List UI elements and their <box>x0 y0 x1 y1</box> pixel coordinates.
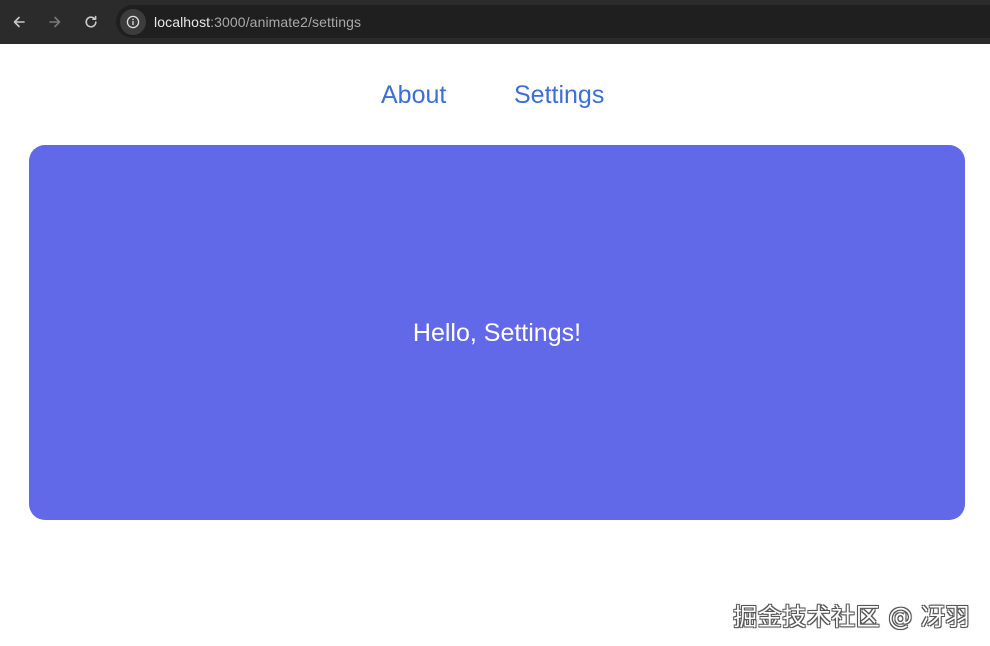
content-card: Hello, Settings! <box>29 145 965 520</box>
arrow-left-icon <box>13 16 25 28</box>
nav-link-settings[interactable]: Settings <box>514 78 604 112</box>
reload-button[interactable] <box>73 0 109 44</box>
reload-icon <box>85 15 97 28</box>
forward-button[interactable] <box>37 0 73 44</box>
arrow-right-icon <box>49 16 61 28</box>
info-icon <box>126 15 140 28</box>
browser-toolbar: localhost:3000/animate2/settings <box>0 0 990 44</box>
nav-link-about[interactable]: About <box>381 78 446 112</box>
address-bar[interactable]: localhost:3000/animate2/settings <box>116 5 990 38</box>
url-path: :3000/animate2/settings <box>210 13 362 30</box>
card-message: Hello, Settings! <box>412 318 582 347</box>
url-text[interactable]: localhost:3000/animate2/settings <box>154 14 361 30</box>
back-button[interactable] <box>1 0 37 44</box>
site-info-button[interactable] <box>120 8 146 35</box>
page-nav: About Settings <box>0 78 990 114</box>
watermark: 掘金技术社区 @ 冴羽 <box>733 603 970 631</box>
url-host: localhost <box>154 13 211 30</box>
